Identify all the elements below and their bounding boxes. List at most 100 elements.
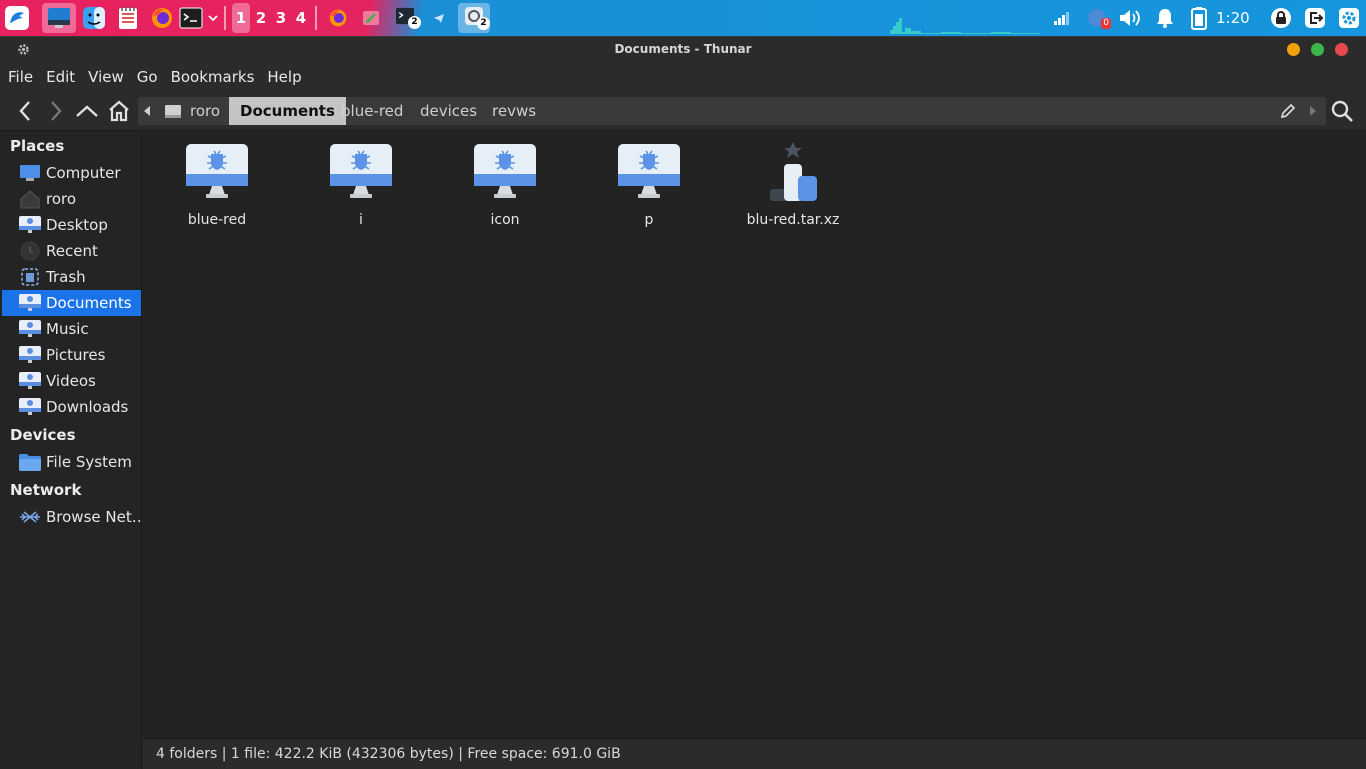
network-indicator[interactable]: [1050, 3, 1074, 33]
workspace-2[interactable]: 2: [252, 3, 270, 33]
crumb-blue-red[interactable]: blue-red: [330, 97, 414, 125]
folder-icon: [19, 454, 41, 471]
maximize-button[interactable]: [1311, 43, 1324, 56]
menu-file[interactable]: File: [8, 68, 33, 86]
firefox-launcher[interactable]: [148, 3, 176, 33]
task-terminal[interactable]: 2: [392, 3, 421, 33]
clock[interactable]: 1:20: [1216, 0, 1250, 36]
sidebar-item-videos[interactable]: Videos: [2, 368, 141, 394]
crumb-roro[interactable]: roro: [179, 97, 231, 125]
home-button[interactable]: [104, 95, 134, 127]
sidebar-item-downloads[interactable]: Downloads: [2, 394, 141, 420]
finder-launcher[interactable]: [80, 3, 108, 33]
sidebar-item-music[interactable]: Music: [2, 316, 141, 342]
battery-icon: [1191, 7, 1207, 30]
notepad-icon: [119, 7, 137, 29]
menu-bar: File Edit View Go Bookmarks Help: [0, 63, 1366, 91]
firefox-icon: [152, 8, 172, 28]
face-icon: [83, 7, 105, 29]
title-bar[interactable]: Documents - Thunar: [0, 37, 1366, 63]
task-firefox[interactable]: [325, 3, 351, 33]
arrow-right-icon: [51, 101, 62, 121]
distro-logo-icon: [5, 6, 29, 30]
workspace-1[interactable]: 1: [232, 3, 250, 33]
network-header: Network: [10, 481, 82, 499]
file-item[interactable]: p: [587, 140, 711, 228]
menu-bookmarks[interactable]: Bookmarks: [171, 68, 255, 86]
task-count-badge: 2: [408, 16, 421, 29]
menu-view[interactable]: View: [88, 68, 124, 86]
minimize-button[interactable]: [1287, 43, 1300, 56]
logout-button[interactable]: [1302, 3, 1328, 33]
task-editor[interactable]: [358, 3, 384, 33]
sidebar-item-browse-network[interactable]: Browse Net…: [2, 504, 141, 530]
file-view[interactable]: blue-red i icon p blu-red.tar.xz: [143, 132, 1366, 738]
volume-control[interactable]: [1117, 3, 1143, 33]
show-desktop-button[interactable]: [42, 3, 76, 33]
sidebar-item-roro[interactable]: roro: [2, 186, 141, 212]
sidebar-item-recent[interactable]: Recent: [2, 238, 141, 264]
menu-help[interactable]: Help: [267, 68, 301, 86]
home-icon: [109, 100, 129, 122]
launcher-dropdown[interactable]: [206, 3, 220, 33]
file-name: i: [359, 212, 363, 228]
file-item[interactable]: i: [299, 140, 423, 228]
task-file-manager[interactable]: 2: [458, 3, 490, 33]
location-bar: roro Documents blue-red devices revws: [138, 97, 1326, 125]
file-item[interactable]: blu-red.tar.xz: [731, 140, 855, 228]
folder-monitor-icon: [19, 294, 41, 311]
close-button[interactable]: [1335, 43, 1348, 56]
clock-icon: [20, 241, 40, 261]
menu-go[interactable]: Go: [137, 68, 158, 86]
status-bar: 4 folders | 1 file: 422.2 KiB (432306 by…: [143, 738, 1366, 769]
task-telegram[interactable]: [428, 3, 450, 33]
notifications-button[interactable]: [1152, 3, 1178, 33]
logout-icon: [1305, 8, 1325, 28]
scroll-left-icon[interactable]: [143, 105, 151, 117]
folder-monitor-icon: [19, 216, 41, 233]
sidebar-item-pictures[interactable]: Pictures: [2, 342, 141, 368]
scroll-right-icon[interactable]: [1309, 105, 1317, 117]
menu-edit[interactable]: Edit: [46, 68, 75, 86]
terminal-launcher[interactable]: [178, 3, 204, 33]
notes-launcher[interactable]: [114, 3, 142, 33]
firefox-icon: [329, 9, 347, 27]
sidebar-item-computer[interactable]: Computer: [2, 160, 141, 186]
task-count-badge: 2: [477, 17, 490, 30]
panel-separator: [224, 6, 226, 30]
folder-monitor-icon: [618, 144, 680, 198]
updates-indicator[interactable]: 0: [1084, 3, 1111, 33]
search-icon: [1331, 100, 1353, 122]
crumb-revws[interactable]: revws: [481, 97, 547, 125]
edit-path-icon[interactable]: [1280, 103, 1296, 119]
crumb-devices[interactable]: devices: [409, 97, 488, 125]
battery-indicator[interactable]: [1186, 3, 1212, 33]
forward-button[interactable]: [41, 95, 71, 127]
file-name: blu-red.tar.xz: [746, 212, 840, 228]
crumb-documents[interactable]: Documents: [229, 97, 346, 125]
archive-icon: [770, 142, 817, 201]
sidebar-item-file-system[interactable]: File System: [2, 449, 141, 475]
file-item[interactable]: blue-red: [155, 140, 279, 228]
arrow-up-icon: [76, 105, 98, 117]
app-menu-button[interactable]: [3, 3, 31, 33]
toolbar: roro Documents blue-red devices revws: [0, 91, 1366, 131]
window-title: Documents - Thunar: [614, 42, 752, 56]
workspace-4[interactable]: 4: [292, 3, 310, 33]
folder-monitor-icon: [330, 144, 392, 198]
gear-icon: [1339, 8, 1359, 28]
parent-folder-button[interactable]: [72, 95, 102, 127]
workspace-3[interactable]: 3: [272, 3, 290, 33]
search-button[interactable]: [1327, 95, 1357, 127]
back-button[interactable]: [10, 95, 40, 127]
file-item[interactable]: icon: [443, 140, 567, 228]
telegram-icon: [434, 14, 444, 23]
sidebar-item-desktop[interactable]: Desktop: [2, 212, 141, 238]
lock-screen-button[interactable]: [1268, 3, 1294, 33]
sidebar-item-documents[interactable]: Documents: [2, 290, 141, 316]
settings-button[interactable]: [1336, 3, 1362, 33]
cpu-graph: [890, 18, 1040, 34]
sidebar-item-trash[interactable]: Trash: [2, 264, 141, 290]
network-icon: [20, 511, 40, 523]
thunar-window: Documents - Thunar File Edit View Go Boo…: [0, 36, 1366, 769]
